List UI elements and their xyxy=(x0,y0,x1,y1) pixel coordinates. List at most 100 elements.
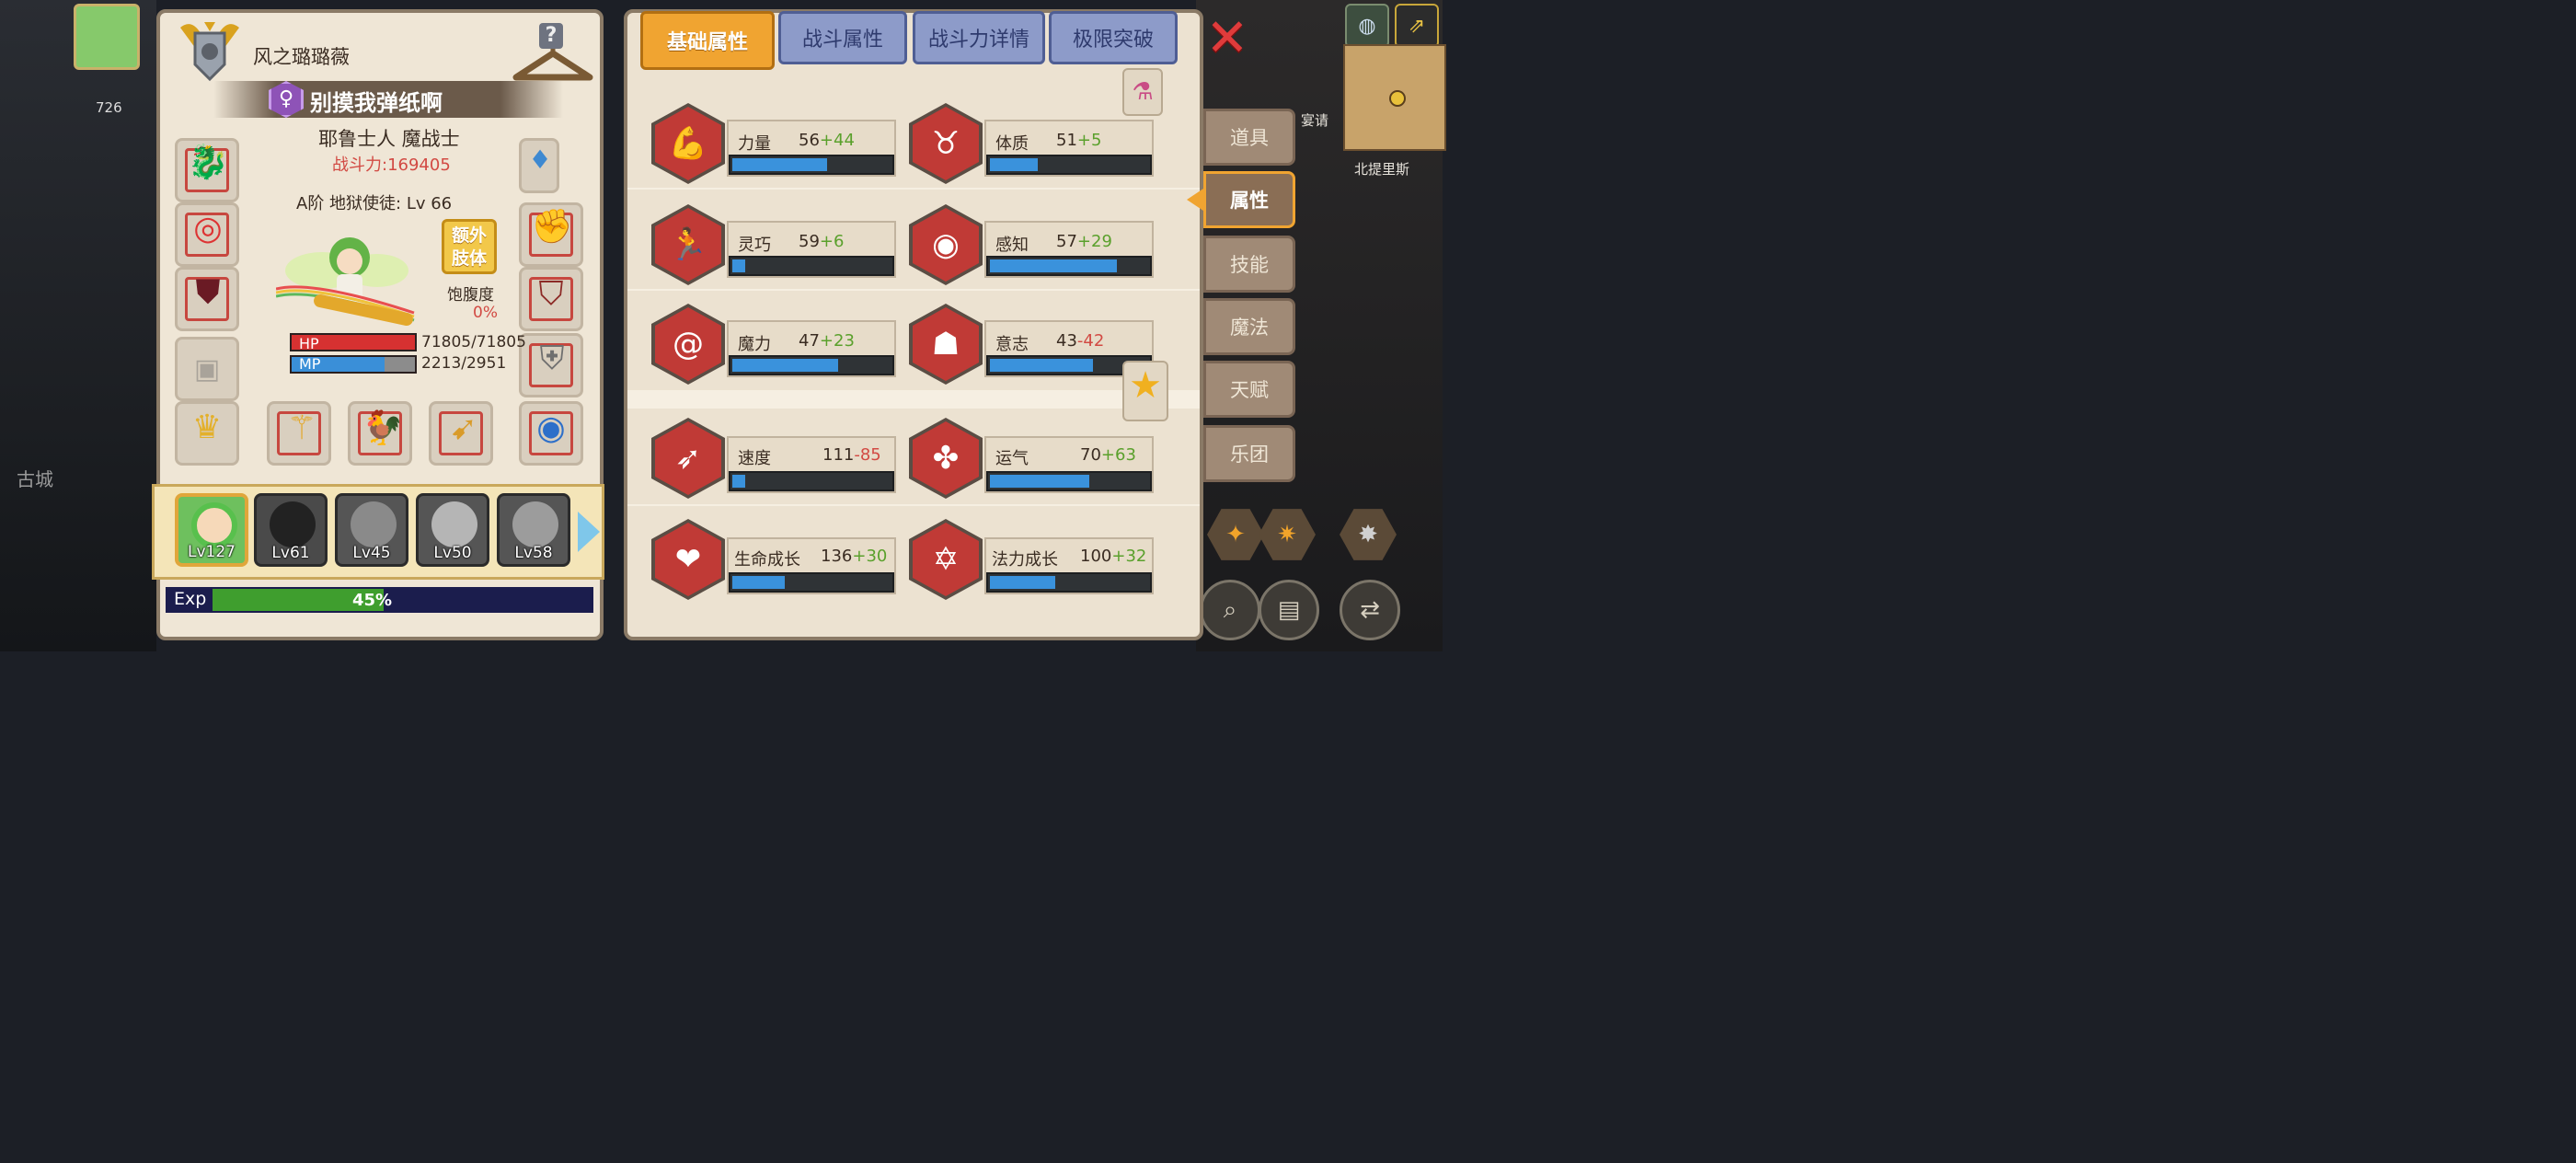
mp-value: 2213/2951 xyxy=(421,354,507,373)
globe-icon[interactable]: ◍ xyxy=(1345,4,1389,48)
stat-value: 100+32 xyxy=(1080,547,1147,566)
equip-slot-cloak[interactable]: ⛊ xyxy=(175,267,239,331)
equip-slot-neck[interactable]: ◎ xyxy=(175,202,239,267)
stat-name: 魔力 xyxy=(738,335,771,354)
row-divider xyxy=(627,504,1200,506)
member-level: Lv50 xyxy=(433,544,472,562)
stat-name: 运气 xyxy=(995,449,1029,468)
weapon-slot-2[interactable]: 🐓 xyxy=(348,401,412,466)
tab-limit-break[interactable]: 极限突破 xyxy=(1049,11,1178,64)
bow-icon: ➹ xyxy=(449,409,478,447)
row-divider xyxy=(627,289,1200,291)
stat-name: 法力成长 xyxy=(992,550,1058,570)
exp-percent: 45% xyxy=(352,591,393,610)
stat-bar xyxy=(729,256,894,276)
stat-value: 136+30 xyxy=(821,547,888,566)
stat-value: 57+29 xyxy=(1056,232,1112,251)
avatar xyxy=(191,502,237,548)
stat-name: 速度 xyxy=(738,449,771,468)
character-title: 别摸我弹纸啊 xyxy=(310,90,443,116)
tab-basic-attributes[interactable]: 基础属性 xyxy=(640,11,775,70)
left-town-label: 古城 xyxy=(17,468,53,490)
tab-power-details[interactable]: 战斗力详情 xyxy=(913,11,1045,64)
member-level: Lv127 xyxy=(188,543,236,561)
party-next-arrow-icon[interactable] xyxy=(578,512,600,552)
staff-icon: ⚚ xyxy=(286,409,317,447)
star-icon[interactable]: ★ xyxy=(1122,361,1168,421)
mp-bar: MP xyxy=(290,355,417,374)
party-member-3[interactable]: Lv45 xyxy=(335,493,408,567)
exit-icon[interactable]: ⇗ xyxy=(1395,4,1439,48)
stat-bar xyxy=(729,155,894,175)
equip-slot-body[interactable]: ▣ xyxy=(175,337,239,401)
stat-value: 59+6 xyxy=(799,232,845,251)
avatar xyxy=(351,501,397,547)
extra-limb-button[interactable]: 额外 肢体 xyxy=(442,219,497,274)
equip-slot-ring-left[interactable]: ♛ xyxy=(175,401,239,466)
dragon-helmet-icon: 🐉 xyxy=(187,144,229,181)
potion-icon[interactable]: ⚗ xyxy=(1122,68,1163,116)
equip-slot-accessory[interactable]: ♦ xyxy=(519,138,559,193)
equip-slot-boots[interactable]: ⛨ xyxy=(519,333,583,397)
close-icon[interactable]: ✕ xyxy=(1205,13,1249,64)
battle-power: 战斗力:169405 xyxy=(332,155,451,175)
stat-bar xyxy=(986,155,1152,175)
stat-value: 51+5 xyxy=(1056,131,1102,150)
stat-value: 43-42 xyxy=(1056,331,1105,351)
stat-value: 111-85 xyxy=(822,445,881,465)
exp-label: Exp xyxy=(174,589,207,609)
equip-slot-gloves[interactable]: ✊ xyxy=(519,202,583,267)
party-member-2[interactable]: Lv61 xyxy=(254,493,328,567)
hp-label: HP xyxy=(299,335,319,352)
stat-bar xyxy=(729,355,894,375)
chicken-weapon-icon: 🐓 xyxy=(362,409,404,447)
stat-bar xyxy=(986,256,1152,276)
member-level: Lv58 xyxy=(514,544,553,562)
party-member-4[interactable]: Lv50 xyxy=(416,493,489,567)
stat-name: 意志 xyxy=(995,335,1029,354)
ring-icon: ♛ xyxy=(191,408,223,446)
resource-count: 726 xyxy=(96,99,122,116)
party-member-1[interactable]: Lv127 xyxy=(175,493,248,567)
stat-name: 生命成长 xyxy=(734,550,800,570)
stat-name: 力量 xyxy=(738,134,771,154)
equip-slot-belt[interactable]: ⛉ xyxy=(519,267,583,331)
equip-slot-head[interactable]: 🐉 xyxy=(175,138,239,202)
blue-ring-icon: ◉ xyxy=(536,409,566,447)
side-tab-magic[interactable]: 魔法 xyxy=(1203,298,1295,355)
satiety-label: 饱腹度 xyxy=(447,286,494,305)
avatar xyxy=(270,501,316,547)
stat-bar xyxy=(729,471,894,491)
swap-icon[interactable]: ⇄ xyxy=(1340,580,1400,640)
weapon-slot-3[interactable]: ➹ xyxy=(429,401,493,466)
amulet-icon: ◎ xyxy=(193,209,223,248)
side-tab-skills[interactable]: 技能 xyxy=(1203,236,1295,293)
row-divider xyxy=(627,390,1200,409)
minimap[interactable] xyxy=(1343,44,1446,151)
avatar xyxy=(431,501,477,547)
avatar xyxy=(512,501,558,547)
tab-combat-attributes[interactable]: 战斗属性 xyxy=(778,11,907,64)
equip-slot-ring-right[interactable]: ◉ xyxy=(519,401,583,466)
party-member-5[interactable]: Lv58 xyxy=(497,493,570,567)
player-avatar[interactable] xyxy=(74,4,140,70)
side-tab-talent[interactable]: 天赋 xyxy=(1203,361,1295,418)
search-icon[interactable]: ⌕ xyxy=(1200,580,1260,640)
crystal-icon: ♦ xyxy=(528,144,552,175)
weapon-slot-1[interactable]: ⚚ xyxy=(267,401,331,466)
location-label: 北提里斯 xyxy=(1354,161,1410,178)
extra-limb-label-1: 额外 xyxy=(451,225,487,246)
stat-value: 47+23 xyxy=(799,331,855,351)
satiety-value: 0% xyxy=(473,304,498,322)
member-level: Lv61 xyxy=(271,544,310,562)
mp-label: MP xyxy=(299,355,321,373)
side-tab-attributes[interactable]: 属性 xyxy=(1203,171,1295,228)
extra-limb-label-2: 肢体 xyxy=(451,248,487,269)
stat-name: 体质 xyxy=(995,134,1029,154)
gauntlet-icon: ✊ xyxy=(531,208,573,246)
side-tab-items[interactable]: 道具 xyxy=(1203,109,1295,166)
side-tab-band[interactable]: 乐团 xyxy=(1203,425,1295,482)
stat-bar xyxy=(986,471,1152,491)
character-name: 风之璐璐薇 xyxy=(253,46,350,68)
book-icon[interactable]: ▤ xyxy=(1259,580,1319,640)
